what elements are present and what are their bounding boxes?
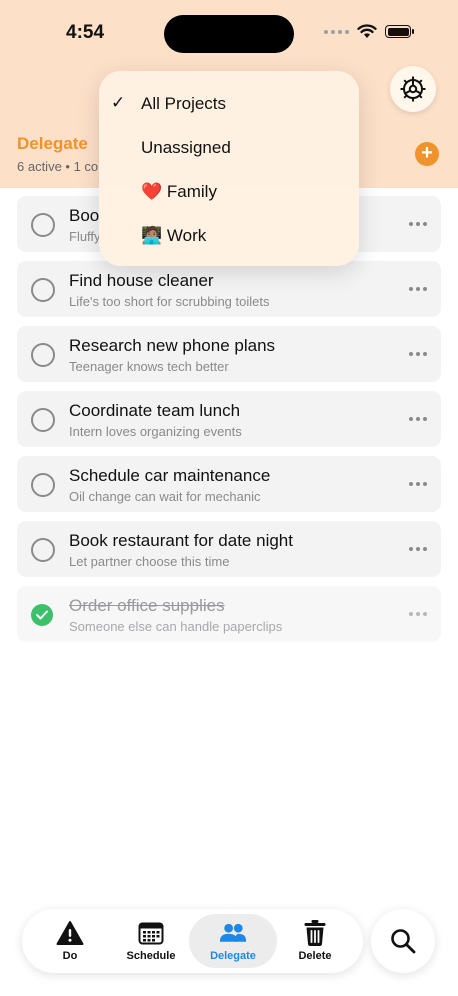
search-button[interactable] xyxy=(371,909,435,973)
section-title: Delegate xyxy=(17,134,88,153)
task-title: Order office supplies xyxy=(69,596,225,615)
task-row[interactable]: Schedule car maintenance Oil change can … xyxy=(17,456,441,512)
more-icon[interactable] xyxy=(409,222,427,226)
menu-item-family[interactable]: ❤️ Family xyxy=(99,159,359,203)
task-checkbox[interactable] xyxy=(31,343,55,367)
menu-item-label: 🧑🏽‍💻 Work xyxy=(141,226,207,245)
status-time: 4:54 xyxy=(66,22,105,43)
menu-item-unassigned[interactable]: Unassigned xyxy=(99,115,359,159)
tab-label: Do xyxy=(62,950,78,962)
settings-button[interactable] xyxy=(390,66,436,112)
task-checkbox[interactable] xyxy=(31,278,55,302)
task-subtitle: Teenager knows tech better xyxy=(69,359,229,374)
task-title: Find house cleaner xyxy=(69,271,214,290)
tab-bar: Do Schedule Delegate Delete xyxy=(22,909,363,973)
checkmark-icon xyxy=(36,610,48,620)
menu-item-label: Unassigned xyxy=(141,138,231,157)
more-icon[interactable] xyxy=(409,287,427,291)
task-row[interactable]: Research new phone plans Teenager knows … xyxy=(17,326,441,382)
task-row[interactable]: Book restaurant for date night Let partn… xyxy=(17,521,441,577)
task-title: Coordinate team lunch xyxy=(69,401,241,420)
add-task-button[interactable]: + xyxy=(415,142,439,166)
task-subtitle: Someone else can handle paperclips xyxy=(69,619,283,634)
task-checkbox[interactable] xyxy=(31,473,55,497)
dynamic-island xyxy=(164,15,294,53)
task-row[interactable]: Order office supplies Someone else can h… xyxy=(17,586,441,642)
tab-schedule[interactable]: Schedule xyxy=(111,909,191,973)
more-icon[interactable] xyxy=(409,547,427,551)
tab-label: Delegate xyxy=(210,950,256,962)
tab-do[interactable]: Do xyxy=(30,909,110,973)
menu-item-label: All Projects xyxy=(141,94,227,113)
signal-dots-icon xyxy=(324,29,349,34)
warning-icon xyxy=(56,920,84,946)
task-subtitle: Let partner choose this time xyxy=(69,554,230,569)
battery-icon xyxy=(385,25,414,38)
technologist-icon: 🧑🏽‍💻 xyxy=(141,226,163,245)
calendar-icon xyxy=(137,920,165,946)
task-title: Research new phone plans xyxy=(69,336,276,355)
task-subtitle: Oil change can wait for mechanic xyxy=(69,489,261,504)
search-icon xyxy=(391,929,416,954)
trash-icon xyxy=(301,920,329,946)
menu-item-work[interactable]: 🧑🏽‍💻 Work xyxy=(99,203,359,247)
more-icon[interactable] xyxy=(409,417,427,421)
checkmark-icon: ✓ xyxy=(111,93,126,112)
task-subtitle: Intern loves organizing events xyxy=(69,424,242,439)
menu-item-label: ❤️ Family xyxy=(141,182,217,201)
task-title: Boo xyxy=(69,206,100,225)
task-title: Book restaurant for date night xyxy=(69,531,293,550)
task-checkbox[interactable] xyxy=(31,213,55,237)
task-checkbox[interactable] xyxy=(31,408,55,432)
more-icon[interactable] xyxy=(409,612,427,616)
tab-delegate[interactable]: Delegate xyxy=(189,909,277,973)
people-icon xyxy=(219,920,247,946)
task-checkbox[interactable] xyxy=(31,538,55,562)
tab-label: Delete xyxy=(298,950,332,962)
tab-delete[interactable]: Delete xyxy=(275,909,355,973)
project-filter-menu: ✓ All Projects Unassigned ❤️ Family 🧑🏽‍💻… xyxy=(99,71,359,266)
status-icons xyxy=(324,24,414,39)
task-row[interactable]: Find house cleaner Life's too short for … xyxy=(17,261,441,317)
task-subtitle: Life's too short for scrubbing toilets xyxy=(69,294,270,309)
task-row[interactable]: Coordinate team lunch Intern loves organ… xyxy=(17,391,441,447)
wifi-icon xyxy=(357,24,377,38)
task-checkbox-checked[interactable] xyxy=(31,604,53,626)
task-subtitle: Fluffy xyxy=(69,229,101,244)
more-icon[interactable] xyxy=(409,482,427,486)
menu-item-all-projects[interactable]: ✓ All Projects xyxy=(99,71,359,115)
tab-label: Schedule xyxy=(126,950,176,962)
more-icon[interactable] xyxy=(409,352,427,356)
heart-icon: ❤️ xyxy=(141,182,163,201)
section-subtitle: 6 active • 1 co xyxy=(17,159,99,174)
task-title: Schedule car maintenance xyxy=(69,466,271,485)
gear-icon xyxy=(400,76,426,102)
